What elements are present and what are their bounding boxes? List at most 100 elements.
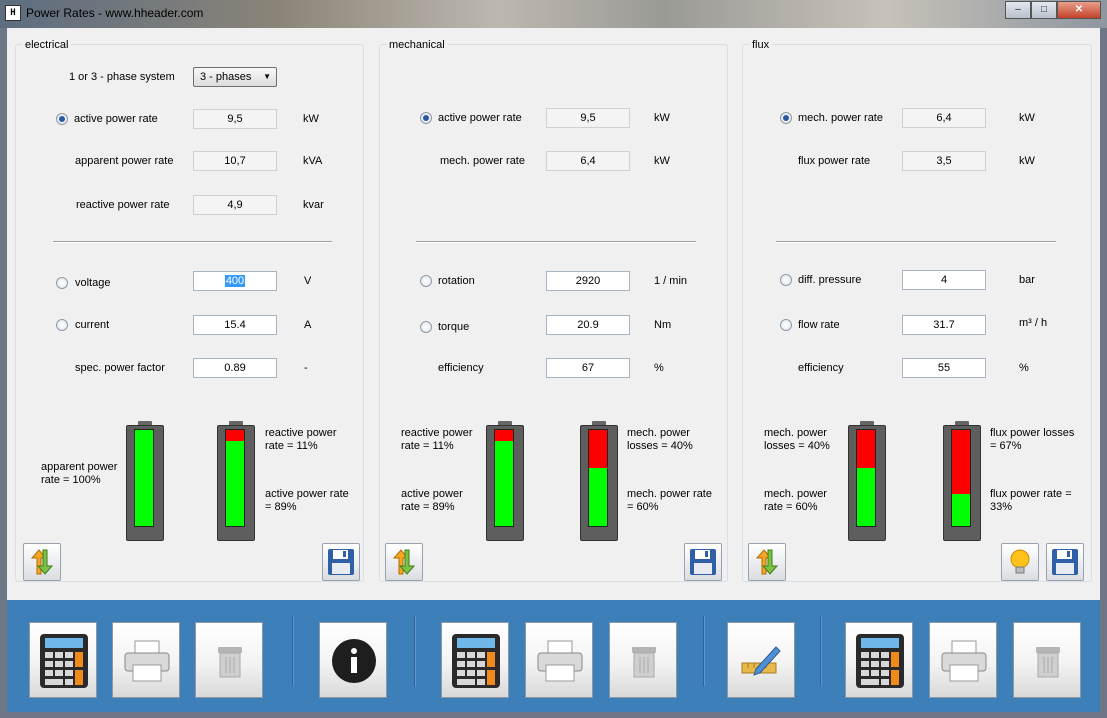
flux-efficiency-unit: % bbox=[1019, 362, 1029, 374]
swap-button[interactable] bbox=[23, 543, 61, 581]
battery-loss-fill bbox=[857, 430, 875, 469]
torque-radio[interactable] bbox=[420, 321, 432, 333]
mech-power-unit: kW bbox=[654, 155, 670, 167]
mech-efficiency-input[interactable]: 67 bbox=[546, 358, 630, 378]
current-radio[interactable] bbox=[56, 319, 68, 331]
battery-1-caption: apparent power rate = 100% bbox=[41, 461, 118, 486]
active-share-caption: active power rate = 89% bbox=[265, 488, 349, 513]
mechanical-title: mechanical bbox=[386, 39, 448, 51]
swap-arrows-icon bbox=[30, 549, 54, 575]
rotation-input[interactable]: 2920 bbox=[546, 271, 630, 291]
reactive-share-caption: reactive power rate = 11% bbox=[265, 427, 337, 452]
flux-efficiency-input[interactable]: 55 bbox=[902, 358, 986, 378]
electrical-print-button[interactable] bbox=[112, 622, 180, 698]
phase-label: 1 or 3 - phase system bbox=[69, 71, 175, 83]
minimize-button[interactable]: – bbox=[1005, 1, 1031, 19]
rotation-radio[interactable] bbox=[420, 275, 432, 287]
flux-group: flux mech. power rate 6,4 kW flux power … bbox=[742, 39, 1092, 582]
mechanical-battery-2 bbox=[580, 421, 618, 541]
mech-rate-caption: mech. power rate = 60% bbox=[627, 488, 712, 513]
mech-active-power-unit: kW bbox=[654, 112, 670, 124]
reactive-power-value: 4,9 bbox=[193, 195, 277, 215]
phase-select-value: 3 - phases bbox=[200, 71, 252, 83]
flux-delete-button[interactable] bbox=[1013, 622, 1081, 698]
toolbar-separator bbox=[820, 616, 822, 686]
battery-useful-fill bbox=[226, 440, 244, 526]
flux-mech-power-radio[interactable] bbox=[780, 112, 792, 124]
mech-power-value: 6,4 bbox=[546, 151, 630, 171]
bottom-toolbar bbox=[7, 600, 1100, 712]
voltage-radio[interactable] bbox=[56, 277, 68, 289]
power-factor-unit: - bbox=[304, 362, 308, 374]
rotation-label: rotation bbox=[438, 275, 475, 287]
active-power-radio[interactable] bbox=[56, 113, 68, 125]
active-power-value: 9,5 bbox=[193, 109, 277, 129]
mechanical-print-button[interactable] bbox=[525, 622, 593, 698]
mechanical-delete-button[interactable] bbox=[609, 622, 677, 698]
divider bbox=[53, 241, 332, 243]
trash-icon bbox=[218, 647, 242, 678]
current-input[interactable]: 15.4 bbox=[193, 315, 277, 335]
client-area: electrical 1 or 3 - phase system 3 - pha… bbox=[7, 28, 1100, 600]
apparent-power-unit: kVA bbox=[303, 155, 323, 167]
mech-active-power-radio[interactable] bbox=[420, 112, 432, 124]
lightbulb-button[interactable] bbox=[1001, 543, 1039, 581]
diff-pressure-input[interactable]: 4 bbox=[902, 270, 986, 290]
battery-useful-fill bbox=[135, 430, 153, 526]
flow-rate-input[interactable]: 31.7 bbox=[902, 315, 986, 335]
trash-icon bbox=[632, 647, 656, 678]
mechanical-group: mechanical active power rate 9,5 kW mech… bbox=[379, 39, 728, 582]
trash-icon bbox=[1036, 647, 1060, 678]
mech-swap-button[interactable] bbox=[385, 543, 423, 581]
divider bbox=[776, 241, 1056, 243]
reactive-power-label: reactive power rate bbox=[76, 199, 170, 211]
chevron-down-icon: ▼ bbox=[263, 72, 271, 81]
swap-arrows-icon bbox=[755, 549, 779, 575]
flux-power-value: 3,5 bbox=[902, 151, 986, 171]
flux-power-label: flux power rate bbox=[798, 155, 871, 167]
electrical-delete-button[interactable] bbox=[195, 622, 263, 698]
divider bbox=[416, 241, 696, 243]
phase-select[interactable]: 3 - phases ▼ bbox=[193, 67, 277, 87]
voltage-unit: V bbox=[304, 275, 312, 287]
flux-save-button[interactable] bbox=[1046, 543, 1084, 581]
active-power-unit: kW bbox=[303, 113, 319, 125]
power-factor-label: spec. power factor bbox=[75, 362, 165, 374]
mech-save-button[interactable] bbox=[684, 543, 722, 581]
active-power-label: active power rate bbox=[74, 113, 158, 125]
info-icon bbox=[332, 639, 376, 683]
flow-rate-unit: m³ / h bbox=[1019, 317, 1048, 329]
flux-print-button[interactable] bbox=[929, 622, 997, 698]
electrical-calculate-button[interactable] bbox=[29, 622, 97, 698]
edit-button[interactable] bbox=[727, 622, 795, 698]
calculator-icon bbox=[856, 634, 904, 688]
voltage-input-text: 400 bbox=[224, 275, 246, 287]
flux-calculate-button[interactable] bbox=[845, 622, 913, 698]
battery-gauge bbox=[856, 429, 876, 527]
window-controls: – □ ✕ bbox=[1005, 1, 1101, 19]
flux-rate-caption: flux power rate = 33% bbox=[990, 488, 1072, 513]
mechanical-calculate-button[interactable] bbox=[441, 622, 509, 698]
power-factor-input[interactable]: 0.89 bbox=[193, 358, 277, 378]
torque-unit: Nm bbox=[654, 319, 672, 331]
maximize-button[interactable]: □ bbox=[1031, 1, 1057, 19]
battery-useful-fill bbox=[857, 468, 875, 526]
battery-useful-fill bbox=[495, 440, 513, 526]
flux-swap-button[interactable] bbox=[748, 543, 786, 581]
diff-pressure-radio[interactable] bbox=[780, 274, 792, 286]
info-button[interactable] bbox=[319, 622, 387, 698]
printer-icon bbox=[124, 640, 170, 682]
save-button[interactable] bbox=[322, 543, 360, 581]
voltage-input[interactable]: 400 bbox=[193, 271, 277, 291]
battery-loss-fill bbox=[495, 430, 513, 441]
mech-reactive-caption: reactive power rate = 11% bbox=[401, 427, 473, 452]
flow-rate-radio[interactable] bbox=[780, 319, 792, 331]
apparent-power-value: 10,7 bbox=[193, 151, 277, 171]
apparent-power-label: apparent power rate bbox=[75, 155, 174, 167]
electrical-battery-1 bbox=[126, 421, 164, 541]
rotation-unit: 1 / min bbox=[654, 275, 688, 287]
torque-input[interactable]: 20.9 bbox=[546, 315, 630, 335]
electrical-battery-2 bbox=[217, 421, 255, 541]
flux-mech-losses-caption: mech. power losses = 40% bbox=[764, 427, 830, 452]
close-button[interactable]: ✕ bbox=[1057, 1, 1101, 19]
